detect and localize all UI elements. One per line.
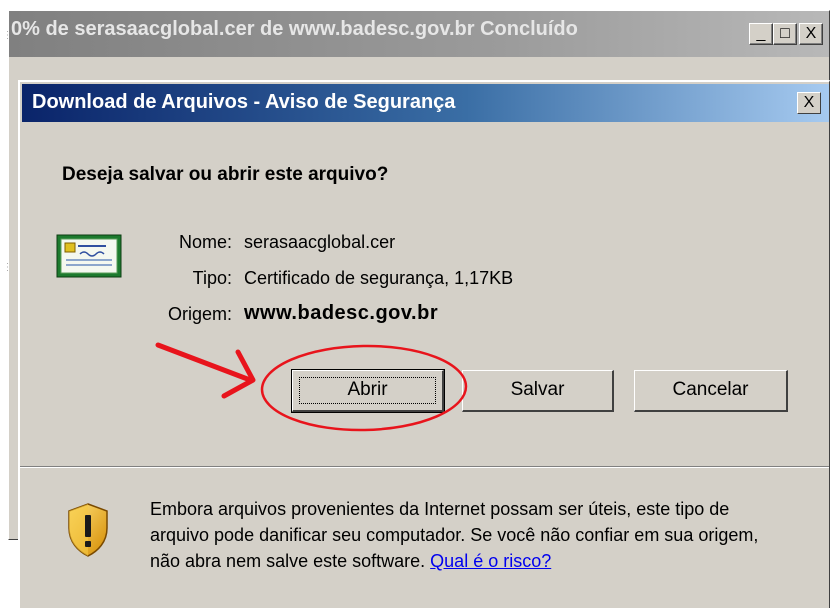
dialog-question: Deseja salvar ou abrir este arquivo? xyxy=(62,164,389,185)
file-origin-value: www.badesc.gov.br xyxy=(244,302,439,324)
minimize-button[interactable]: _ xyxy=(749,23,773,45)
file-name-value: serasaacglobal.cer xyxy=(244,232,396,252)
close-icon: X xyxy=(805,25,817,42)
security-warning-dialog: Download de Arquivos - Aviso de Seguranç… xyxy=(18,80,830,608)
maximize-button[interactable]: □ xyxy=(773,23,797,45)
dialog-close-button[interactable]: X xyxy=(797,92,821,114)
maximize-icon: □ xyxy=(780,25,790,42)
risk-link[interactable]: Qual é o risco? xyxy=(430,551,551,571)
security-shield-icon xyxy=(68,503,108,557)
file-origin-label: Origem: xyxy=(167,304,232,324)
save-button-label: Salvar xyxy=(510,379,565,400)
download-progress-title: 0% de serasaacglobal.cer de www.badesc.g… xyxy=(11,18,578,40)
dialog-separator xyxy=(20,466,829,468)
open-button-label: Abrir xyxy=(347,379,388,400)
save-button[interactable]: Salvar xyxy=(462,370,614,412)
file-name-label: Nome: xyxy=(178,232,232,252)
security-warning-text: Embora arquivos provenientes da Internet… xyxy=(150,496,790,574)
cancel-button[interactable]: Cancelar xyxy=(634,370,788,412)
minimize-icon: _ xyxy=(756,25,766,42)
close-icon: X xyxy=(803,94,815,111)
file-type-label: Tipo: xyxy=(192,268,232,288)
cancel-button-label: Cancelar xyxy=(672,379,749,400)
close-button[interactable]: X xyxy=(799,23,823,45)
file-type-value: Certificado de segurança, 1,17KB xyxy=(244,268,514,288)
dialog-titlebar[interactable]: Download de Arquivos - Aviso de Seguranç… xyxy=(22,84,829,122)
dialog-title: Download de Arquivos - Aviso de Seguranç… xyxy=(32,91,456,113)
download-progress-titlebar[interactable]: 0% de serasaacglobal.cer de www.badesc.g… xyxy=(9,11,829,57)
open-button[interactable]: Abrir xyxy=(291,369,445,413)
background-left-edge: ⋮ ⋮ xyxy=(0,0,13,540)
